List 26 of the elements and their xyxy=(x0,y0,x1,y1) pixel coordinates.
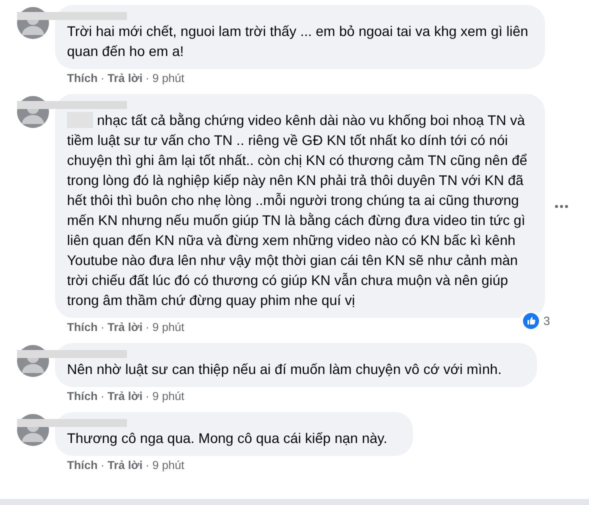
separator: · xyxy=(146,73,150,87)
separator: · xyxy=(146,391,150,405)
action-link[interactable]: Thích xyxy=(67,391,98,407)
more-options-icon[interactable] xyxy=(555,204,568,208)
separator: · xyxy=(100,322,105,336)
action-link[interactable]: Trả lời xyxy=(108,322,143,338)
action-link[interactable]: Trả lời xyxy=(108,460,143,476)
separator: · xyxy=(146,322,150,336)
action-link[interactable]: Thích xyxy=(67,73,98,89)
separator: · xyxy=(100,460,105,474)
comment-text: Thương cô nga qua. Mong cô qua cái kiếp nạn này. xyxy=(67,429,388,448)
timestamp: 9 phút xyxy=(152,73,184,87)
separator: · xyxy=(100,73,105,87)
timestamp: 9 phút xyxy=(152,460,184,474)
action-link[interactable]: Trả lời xyxy=(108,73,143,89)
separator: · xyxy=(100,391,105,405)
action-link[interactable]: Thích xyxy=(67,460,98,476)
comment-text: nhạc tất cả bằng chứng video kênh dài nào vu khống boi nhoạ TN và tiềm luật sư tư vấn cho TN .. riêng về GĐ KN tốt nhất ko dính tới có nói chuyện thì ghi âm lại tốt nhất.. còn chị KN có thương cảm TN cũng nên để trong lòng đó là nghiệp kiếp này nên KN phải trả thôi duyên TN với KN đã hết thôi thì buôn cho nhẹ lòng ..mỗi người trong chúng ta ai cũng thương mến KN nhưng nếu muốn giúp TN là bằng cách đừng đưa video tin tức gì liên quan đến KN nữa và đừng xem những video nào có KN bấc kì kênh Youtube nào đưa lên như vậy một thời gian cái tên KN sẽ như cảnh màn trời chiếu đất lúc đó có thương có giúp KN vẫn chưa muộn và nên giúp trong âm thầm chứ đừng quay phim nhe quí vị xyxy=(67,111,528,310)
like-icon xyxy=(523,313,540,329)
timestamp: 9 phút xyxy=(152,391,184,405)
action-link[interactable]: Trả lời xyxy=(108,391,143,407)
comment-text: Nên nhờ luật sư can thiệp nếu ai đí muốn làm chuyện vô cớ với mình. xyxy=(67,360,503,379)
separator: · xyxy=(146,460,150,474)
comment-text: Trời hai mới chết, nguoi lam trời thấy ... em bỏ ngoai tai va khg xem gì liên quan đến ho em a! xyxy=(67,22,530,61)
action-link[interactable]: Thích xyxy=(67,322,98,338)
timestamp: 9 phút xyxy=(152,322,184,336)
